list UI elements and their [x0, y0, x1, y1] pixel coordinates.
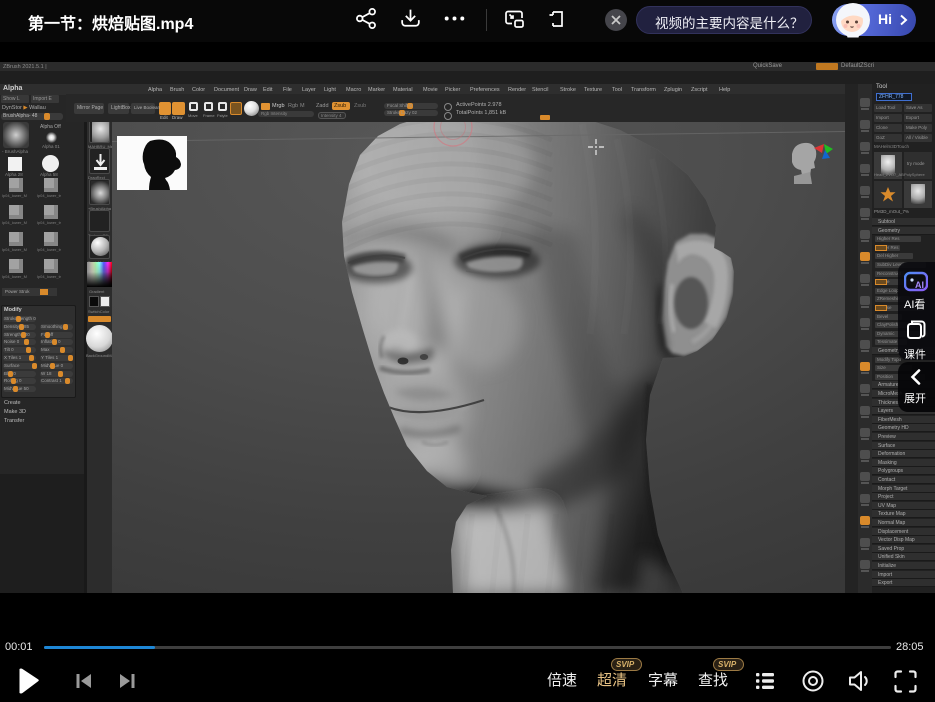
svg-text:AI: AI: [915, 280, 924, 290]
